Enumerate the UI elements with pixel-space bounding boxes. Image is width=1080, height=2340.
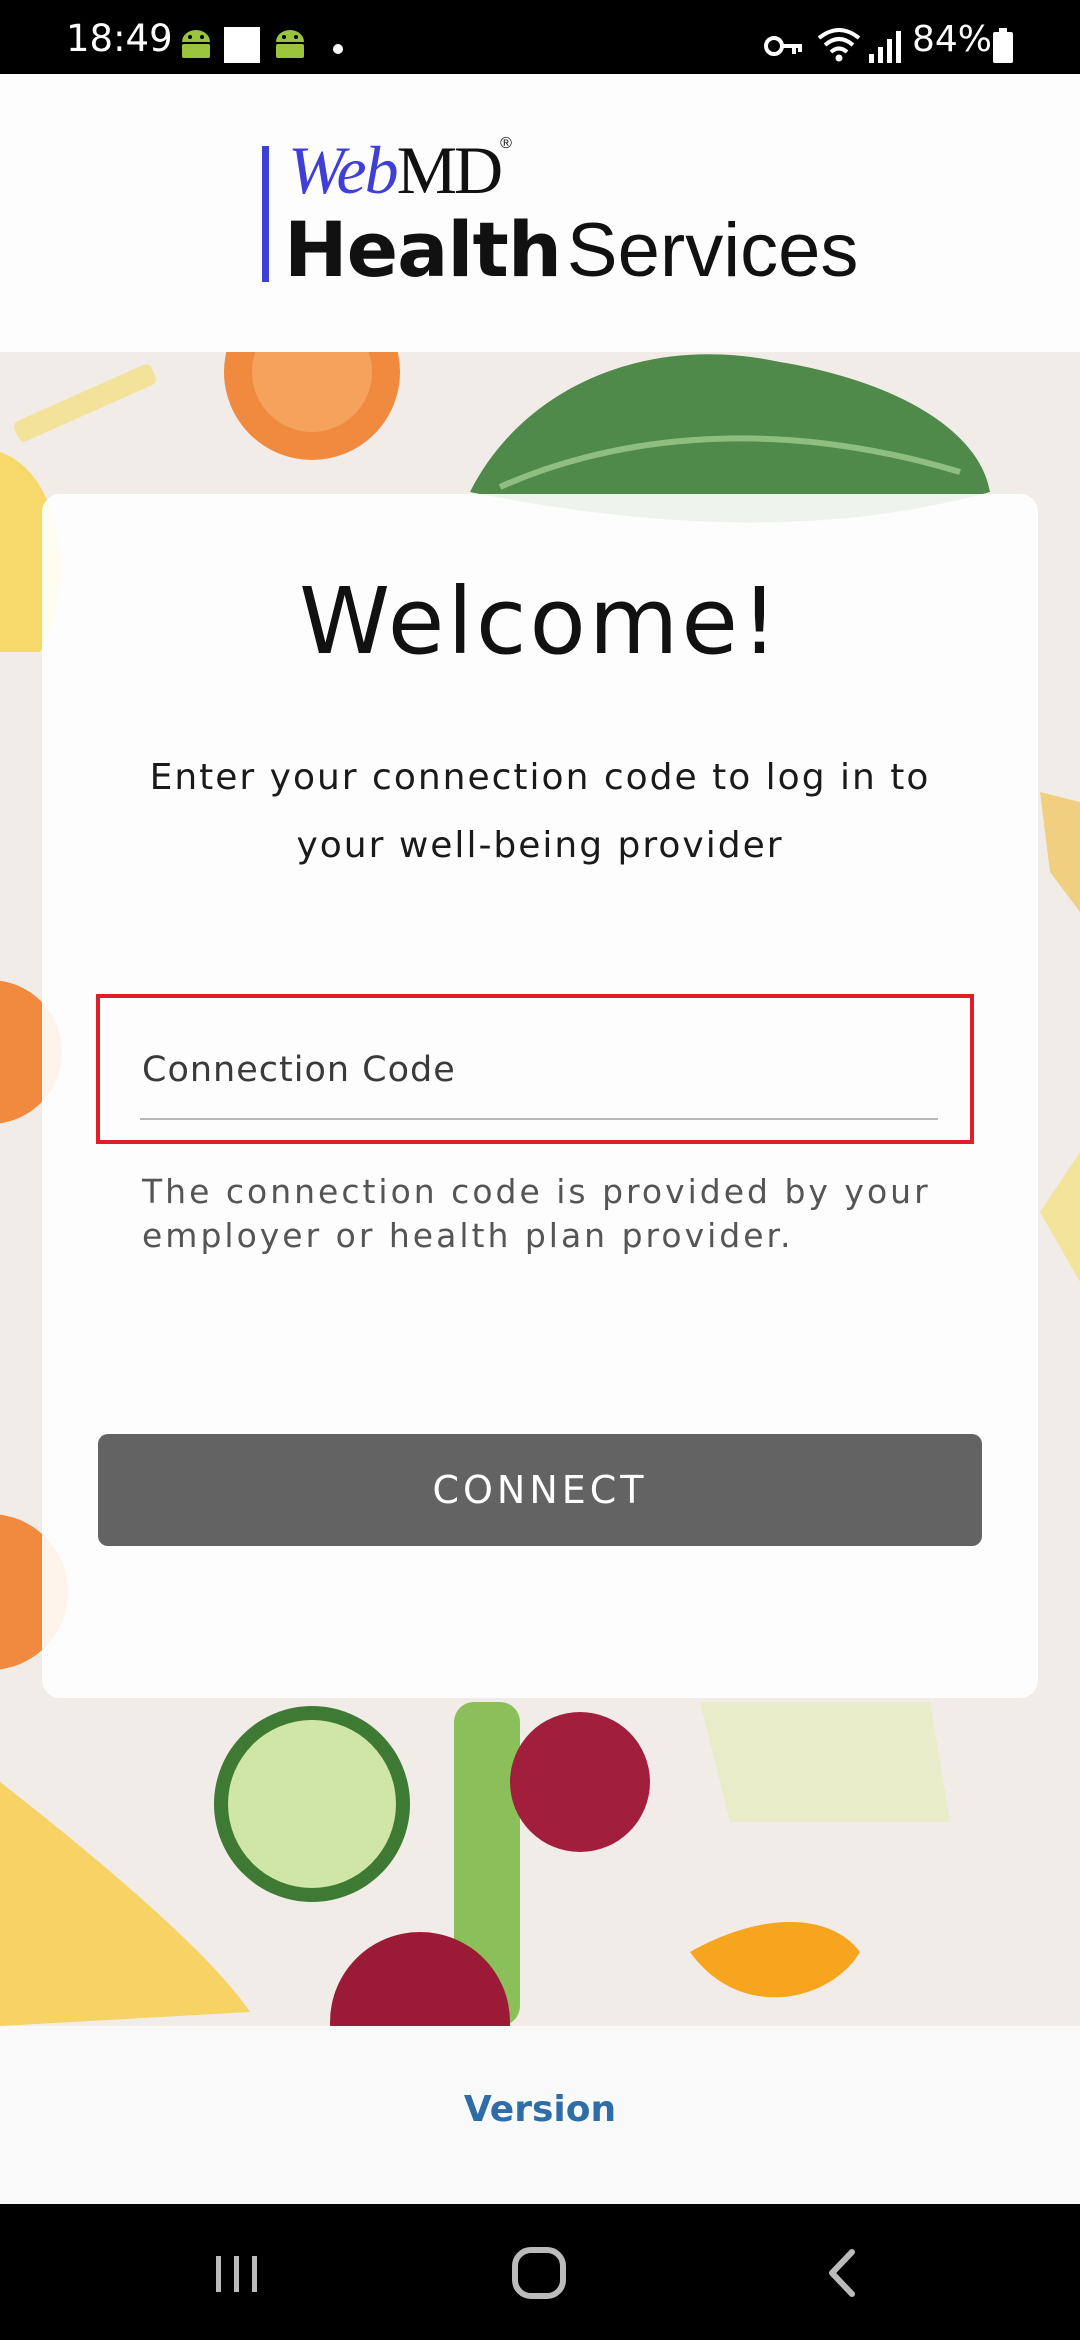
app-header: WebMD® HealthServices [0, 74, 1080, 352]
welcome-card: Welcome! Enter your connection code to l… [42, 494, 1038, 1698]
logo-accent-bar [262, 146, 269, 282]
connection-code-helper-text: The connection code is provided by your … [142, 1172, 931, 1255]
logo-md-text: MD [396, 132, 504, 208]
footer: Version [0, 2026, 1080, 2204]
status-time: 18:49 [66, 17, 173, 60]
webmd-logo: WebMD® [288, 135, 512, 205]
version-link[interactable]: Version [0, 2092, 1080, 2128]
battery-icon [992, 28, 1014, 68]
signal-icon [868, 30, 902, 68]
square-notification-icon [224, 27, 260, 67]
logo-web-text: Web [288, 132, 399, 208]
home-icon[interactable] [484, 2228, 594, 2318]
logo-registered-mark: ® [500, 135, 512, 152]
intro-text: Enter your connection code to log in to … [149, 757, 931, 866]
system-nav-bar [0, 2204, 1080, 2340]
connection-code-input[interactable] [140, 1022, 938, 1120]
android-icon [272, 28, 308, 64]
recent-apps-icon[interactable] [182, 2228, 292, 2318]
back-icon[interactable] [786, 2228, 896, 2318]
status-bar: 18:49 84% [0, 0, 1080, 74]
health-services-logo: HealthServices [284, 212, 858, 289]
dot-icon [332, 40, 344, 59]
wifi-icon [816, 24, 862, 68]
logo-services-text: Services [566, 208, 859, 293]
logo-health-text: Health [284, 205, 562, 294]
battery-percentage: 84% [912, 19, 993, 60]
vpn-key-icon [764, 34, 804, 62]
android-icon [178, 28, 214, 64]
welcome-title: Welcome! [299, 568, 781, 675]
connect-button[interactable]: CONNECT [98, 1434, 982, 1546]
